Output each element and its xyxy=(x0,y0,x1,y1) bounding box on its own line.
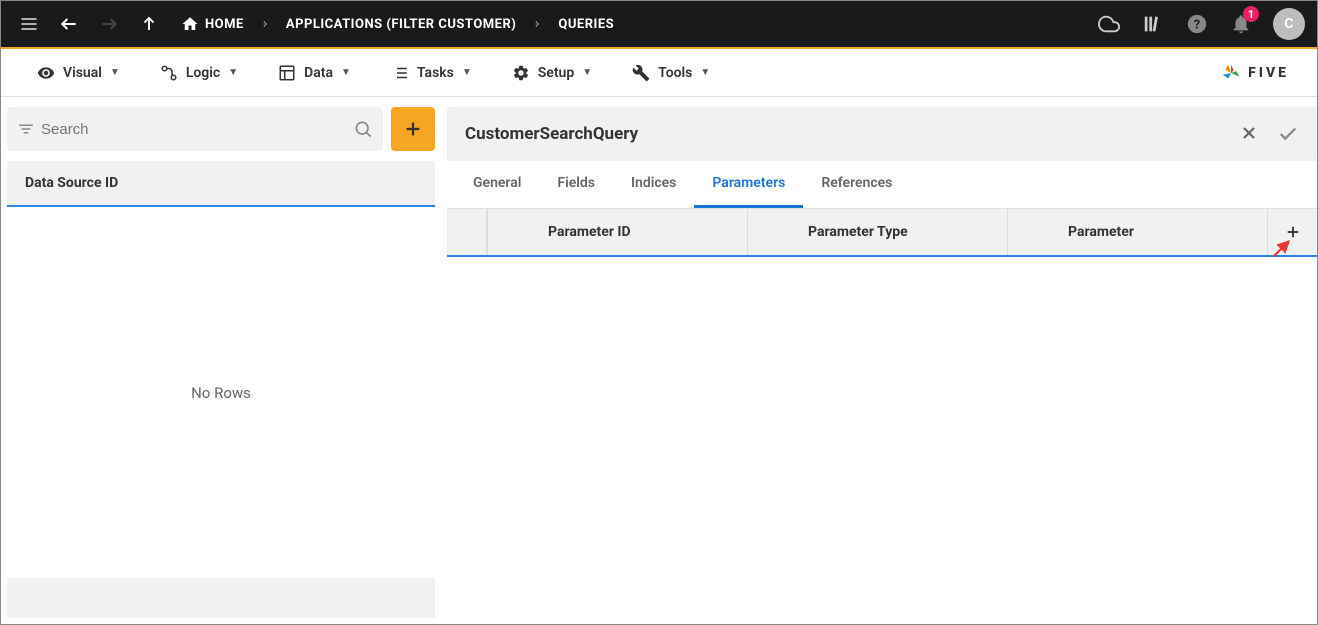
breadcrumb-home-label: HOME xyxy=(205,17,244,32)
tab-fields[interactable]: Fields xyxy=(539,161,613,208)
cloud-icon[interactable] xyxy=(1089,4,1129,44)
breadcrumb: HOME APPLICATIONS (FILTER CUSTOMER) QUER… xyxy=(173,15,622,33)
menu-icon[interactable] xyxy=(9,4,49,44)
datasource-header: Data Source ID xyxy=(7,161,435,207)
breadcrumb-queries-label: QUERIES xyxy=(558,17,614,32)
right-panel: CustomerSearchQuery General Fields Indic… xyxy=(441,97,1317,624)
menu-logic[interactable]: Logic ▼ xyxy=(140,49,258,97)
search-icon[interactable] xyxy=(353,119,373,139)
menu-tasks[interactable]: Tasks ▼ xyxy=(371,49,492,97)
dropdown-icon: ▼ xyxy=(110,67,120,78)
menu-data[interactable]: Data ▼ xyxy=(258,49,371,97)
avatar[interactable]: C xyxy=(1273,8,1305,40)
library-icon[interactable] xyxy=(1133,4,1173,44)
up-icon[interactable] xyxy=(129,4,169,44)
table-header: Parameter ID Parameter Type Parameter xyxy=(447,209,1317,257)
check-icon xyxy=(1277,123,1299,145)
menu-tools-label: Tools xyxy=(658,65,692,81)
notification-badge: 1 xyxy=(1243,6,1259,22)
breadcrumb-applications-label: APPLICATIONS (FILTER CUSTOMER) xyxy=(286,17,517,32)
chevron-right-icon xyxy=(254,19,276,29)
tab-references[interactable]: References xyxy=(803,161,910,208)
col-parameter[interactable]: Parameter xyxy=(1007,209,1267,255)
bell-icon[interactable]: 1 xyxy=(1221,4,1261,44)
breadcrumb-home[interactable]: HOME xyxy=(173,15,252,33)
no-rows-message: No Rows xyxy=(7,207,435,578)
svg-text:?: ? xyxy=(1194,18,1200,33)
add-parameter-button[interactable] xyxy=(1267,209,1317,255)
breadcrumb-queries[interactable]: QUERIES xyxy=(550,17,622,32)
close-button[interactable] xyxy=(1239,123,1259,145)
save-button[interactable] xyxy=(1277,123,1299,145)
col-parameter-id[interactable]: Parameter ID xyxy=(487,209,747,255)
chevron-right-icon xyxy=(526,19,548,29)
menu-setup[interactable]: Setup ▼ xyxy=(492,49,612,97)
dropdown-icon: ▼ xyxy=(341,67,351,78)
back-icon[interactable] xyxy=(49,4,89,44)
topbar: HOME APPLICATIONS (FILTER CUSTOMER) QUER… xyxy=(1,1,1317,49)
plus-icon xyxy=(1284,223,1302,241)
left-panel: Data Source ID No Rows xyxy=(1,97,441,624)
detail-header: CustomerSearchQuery xyxy=(447,107,1317,161)
col-parameter-type[interactable]: Parameter Type xyxy=(747,209,1007,255)
search-input[interactable] xyxy=(35,121,353,138)
tabs: General Fields Indices Parameters Refere… xyxy=(447,161,1317,209)
breadcrumb-applications[interactable]: APPLICATIONS (FILTER CUSTOMER) xyxy=(278,17,525,32)
menu-setup-label: Setup xyxy=(538,65,574,81)
dropdown-icon: ▼ xyxy=(228,67,238,78)
dropdown-icon: ▼ xyxy=(462,67,472,78)
plus-icon xyxy=(402,118,424,140)
topbar-right: ? 1 C xyxy=(1089,4,1309,44)
left-panel-footer xyxy=(7,578,435,618)
help-icon[interactable]: ? xyxy=(1177,4,1217,44)
dropdown-icon: ▼ xyxy=(700,67,710,78)
tab-general[interactable]: General xyxy=(455,161,539,208)
search-box[interactable] xyxy=(7,107,383,151)
menu-data-label: Data xyxy=(304,65,333,81)
menu-visual-label: Visual xyxy=(63,65,102,81)
forward-icon xyxy=(89,4,129,44)
menu-tools[interactable]: Tools ▼ xyxy=(612,49,730,97)
menu-visual[interactable]: Visual ▼ xyxy=(17,49,140,97)
detail-title: CustomerSearchQuery xyxy=(465,124,638,144)
add-button[interactable] xyxy=(391,107,435,151)
menu-tasks-label: Tasks xyxy=(417,65,454,81)
tab-parameters[interactable]: Parameters xyxy=(694,161,803,208)
logo: FIVE xyxy=(1220,62,1301,84)
menu-logic-label: Logic xyxy=(186,65,220,81)
filter-icon xyxy=(17,120,35,138)
menubar: Visual ▼ Logic ▼ Data ▼ Tasks ▼ Setup ▼ … xyxy=(1,49,1317,97)
tab-indices[interactable]: Indices xyxy=(613,161,694,208)
logo-text: FIVE xyxy=(1248,65,1289,81)
dropdown-icon: ▼ xyxy=(582,67,592,78)
row-selector-spacer xyxy=(447,209,487,255)
close-icon xyxy=(1239,123,1259,143)
